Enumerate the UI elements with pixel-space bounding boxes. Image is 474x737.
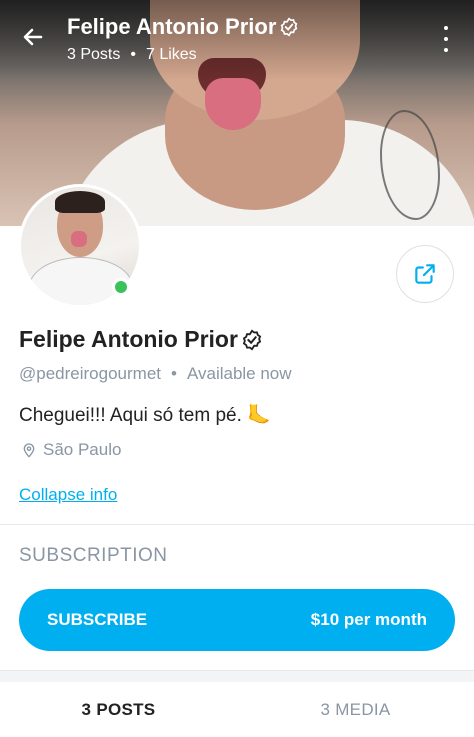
share-icon [415, 264, 435, 284]
location-pin-icon [23, 443, 35, 458]
more-options-button[interactable] [434, 26, 458, 52]
divider [0, 524, 474, 525]
online-status-indicator [112, 278, 130, 296]
header-stats: 3 Posts • 7 Likes [67, 46, 197, 64]
subscribe-price: $10 per month [310, 610, 427, 629]
handle-separator: • [171, 364, 177, 383]
handle-row: @pedreirogourmet • Available now [19, 364, 292, 384]
arrow-left-icon [23, 28, 43, 46]
profile-bio: Cheguei!!! Aqui só tem pé. 🦶 [19, 405, 271, 426]
posts-count: 3 Posts [67, 46, 121, 63]
header-name: Felipe Antonio Prior [67, 14, 277, 39]
subscribe-button[interactable]: SUBSCRIBE $10 per month [19, 589, 455, 651]
collapse-info-link[interactable]: Collapse info [19, 485, 117, 505]
header-name-row: Felipe Antonio Prior [67, 14, 299, 40]
tab-media[interactable]: 3 MEDIA [237, 682, 474, 737]
subscribe-label: SUBSCRIBE [47, 610, 148, 629]
location-text: São Paulo [43, 440, 122, 459]
likes-count: 7 Likes [145, 46, 197, 63]
share-button[interactable] [396, 245, 454, 303]
profile-name: Felipe Antonio Prior [19, 326, 238, 352]
verified-badge-icon [281, 17, 298, 37]
stats-separator: • [130, 46, 136, 63]
location-row: São Paulo [21, 440, 121, 460]
profile-handle: @pedreirogourmet [19, 364, 161, 383]
back-button[interactable] [18, 22, 48, 52]
more-vertical-icon [444, 26, 448, 30]
profile-name-row: Felipe Antonio Prior [19, 326, 263, 353]
verified-badge-icon [242, 329, 262, 350]
tab-posts[interactable]: 3 POSTS [0, 682, 237, 737]
subscription-title: SUBSCRIPTION [19, 545, 168, 566]
top-bar: Felipe Antonio Prior 3 Posts • 7 Likes [0, 0, 474, 80]
content-tabs: 3 POSTS 3 MEDIA [0, 682, 474, 737]
section-divider [0, 670, 474, 682]
availability-status: Available now [186, 364, 292, 383]
